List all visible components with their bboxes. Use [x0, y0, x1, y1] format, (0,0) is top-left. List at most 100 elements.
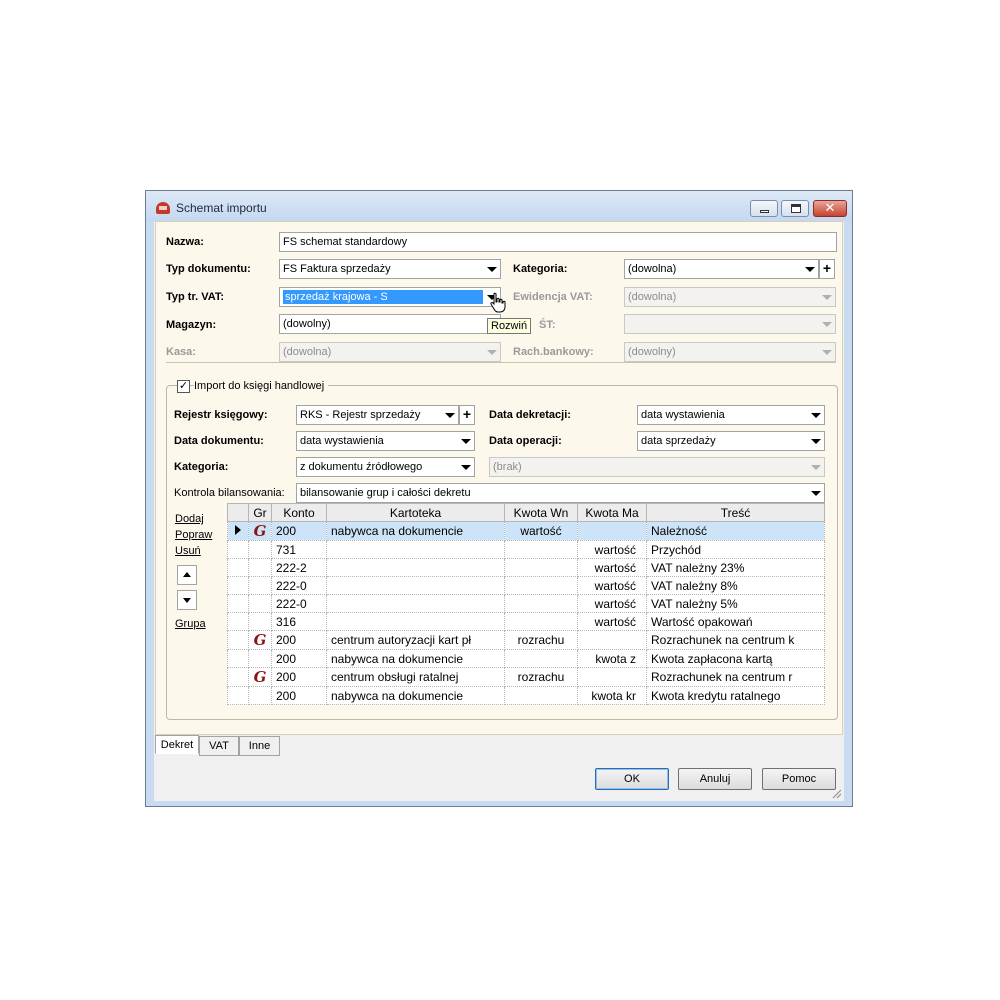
row-indicator-cell[interactable] [227, 667, 249, 687]
kartoteka-cell[interactable] [326, 540, 505, 559]
group-cell[interactable] [248, 686, 272, 705]
group-cell[interactable] [248, 558, 272, 577]
kartoteka-cell[interactable] [326, 594, 505, 613]
kwota-ma-cell[interactable]: kwota kr [577, 686, 647, 705]
kartoteka-cell[interactable]: nabywca na dokumencie [326, 521, 505, 541]
kwota-ma-cell[interactable]: wartość [577, 594, 647, 613]
maximize-button[interactable] [781, 200, 809, 217]
konto-cell[interactable]: 222-0 [271, 594, 327, 613]
typ-dokumentu-select[interactable]: FS Faktura sprzedaży [279, 259, 501, 279]
konto-cell[interactable]: 222-0 [271, 576, 327, 595]
usun-link[interactable]: Usuń [175, 545, 201, 557]
import-checkbox[interactable]: ✓ [177, 380, 190, 393]
group-cell[interactable] [248, 540, 272, 559]
table-row[interactable]: 731 wartość Przychód [227, 540, 825, 559]
group-cell[interactable] [248, 576, 272, 595]
row-indicator-cell[interactable] [227, 649, 249, 668]
grupa-link[interactable]: Grupa [175, 618, 206, 630]
tresc-cell[interactable]: Rozrachunek na centrum r [646, 667, 825, 687]
tab-inne[interactable]: Inne [239, 736, 280, 756]
table-row[interactable]: 222-2 wartość VAT należny 23% [227, 558, 825, 577]
konto-cell[interactable]: 200 [271, 649, 327, 668]
col-header-konto[interactable]: Konto [271, 503, 327, 522]
table-row[interactable]: 200 nabywca na dokumencie kwota z Kwota zap… [227, 649, 825, 668]
kartoteka-cell[interactable]: centrum obsługi ratalnej [326, 667, 505, 687]
row-indicator-cell[interactable] [227, 686, 249, 705]
pomoc-button[interactable]: Pomoc [762, 768, 836, 790]
konto-cell[interactable]: 316 [271, 612, 327, 631]
col-header-kartoteka[interactable]: Kartoteka [326, 503, 505, 522]
kwota-wn-cell[interactable] [504, 649, 578, 668]
popraw-link[interactable]: Popraw [175, 529, 212, 541]
kwota-ma-cell[interactable] [577, 630, 647, 650]
kwota-ma-cell[interactable]: wartość [577, 576, 647, 595]
typ-tr-vat-select[interactable]: sprzedaż krajowa - S [279, 287, 501, 307]
kwota-wn-cell[interactable]: rozrachu [504, 667, 578, 687]
resize-grip-icon[interactable] [830, 787, 842, 799]
tresc-cell[interactable]: VAT należny 5% [646, 594, 825, 613]
tresc-cell[interactable]: Kwota kredytu ratalnego [646, 686, 825, 705]
title-bar[interactable]: Schemat importu ✕ [146, 191, 852, 221]
tresc-cell[interactable]: Przychód [646, 540, 825, 559]
close-button[interactable]: ✕ [813, 200, 847, 217]
rejestr-select[interactable]: RKS - Rejestr sprzedaży [296, 405, 459, 425]
row-indicator-cell[interactable] [227, 612, 249, 631]
minimize-button[interactable] [750, 200, 778, 217]
tresc-cell[interactable]: Rozrachunek na centrum k [646, 630, 825, 650]
col-header-tresc[interactable]: Treść [646, 503, 825, 522]
add-rejestr-button[interactable]: + [459, 405, 475, 425]
table-row[interactable]: 222-0 wartość VAT należny 5% [227, 594, 825, 613]
kwota-ma-cell[interactable]: wartość [577, 540, 647, 559]
data-dekretacji-select[interactable]: data wystawienia [637, 405, 825, 425]
tresc-cell[interactable]: VAT należny 8% [646, 576, 825, 595]
kwota-wn-cell[interactable]: wartość [504, 521, 578, 541]
tresc-cell[interactable]: Należność [646, 521, 825, 541]
row-indicator-cell[interactable] [227, 521, 249, 541]
kwota-wn-cell[interactable] [504, 612, 578, 631]
table-row[interactable]: G 200 centrum autoryzacji kart pł rozrachu R… [227, 630, 825, 650]
konto-cell[interactable]: 731 [271, 540, 327, 559]
row-indicator-cell[interactable] [227, 594, 249, 613]
data-dokumentu-select[interactable]: data wystawienia [296, 431, 475, 451]
kwota-wn-cell[interactable]: rozrachu [504, 630, 578, 650]
ok-button[interactable]: OK [595, 768, 669, 790]
move-down-button[interactable] [177, 590, 197, 610]
konto-cell[interactable]: 222-2 [271, 558, 327, 577]
kartoteka-cell[interactable] [326, 558, 505, 577]
tab-vat[interactable]: VAT [199, 736, 239, 756]
kategoria-select[interactable]: (dowolna) [624, 259, 819, 279]
row-indicator-cell[interactable] [227, 540, 249, 559]
kategoria-dekret-select[interactable]: z dokumentu źródłowego [296, 457, 475, 477]
tab-dekret[interactable]: Dekret [155, 735, 199, 754]
group-cell[interactable] [248, 594, 272, 613]
tresc-cell[interactable]: Wartość opakowań [646, 612, 825, 631]
kwota-wn-cell[interactable] [504, 576, 578, 595]
kwota-wn-cell[interactable] [504, 558, 578, 577]
table-row[interactable]: 316 wartość Wartość opakowań [227, 612, 825, 631]
group-cell[interactable]: G [248, 521, 272, 541]
move-up-button[interactable] [177, 565, 197, 585]
magazyn-select[interactable]: (dowolny) [279, 314, 501, 334]
konto-cell[interactable]: 200 [271, 667, 327, 687]
add-kategoria-button[interactable]: + [819, 259, 835, 279]
kwota-ma-cell[interactable]: kwota z [577, 649, 647, 668]
kartoteka-cell[interactable]: centrum autoryzacji kart pł [326, 630, 505, 650]
table-row[interactable]: G 200 nabywca na dokumencie wartość Należnoś… [227, 521, 825, 541]
col-header-kwota-wn[interactable]: Kwota Wn [504, 503, 578, 522]
konto-cell[interactable]: 200 [271, 630, 327, 650]
kwota-ma-cell[interactable] [577, 521, 647, 541]
table-row[interactable]: 222-0 wartość VAT należny 8% [227, 576, 825, 595]
kwota-wn-cell[interactable] [504, 594, 578, 613]
kartoteka-cell[interactable]: nabywca na dokumencie [326, 649, 505, 668]
kartoteka-cell[interactable] [326, 576, 505, 595]
dodaj-link[interactable]: Dodaj [175, 513, 204, 525]
group-cell[interactable]: G [248, 630, 272, 650]
table-row[interactable]: G 200 centrum obsługi ratalnej rozrachu Rozr… [227, 667, 825, 687]
kwota-ma-cell[interactable]: wartość [577, 612, 647, 631]
kartoteka-cell[interactable]: nabywca na dokumencie [326, 686, 505, 705]
group-cell[interactable] [248, 649, 272, 668]
tresc-cell[interactable]: VAT należny 23% [646, 558, 825, 577]
anuluj-button[interactable]: Anuluj [678, 768, 752, 790]
group-cell[interactable] [248, 612, 272, 631]
col-header-kwota-ma[interactable]: Kwota Ma [577, 503, 647, 522]
